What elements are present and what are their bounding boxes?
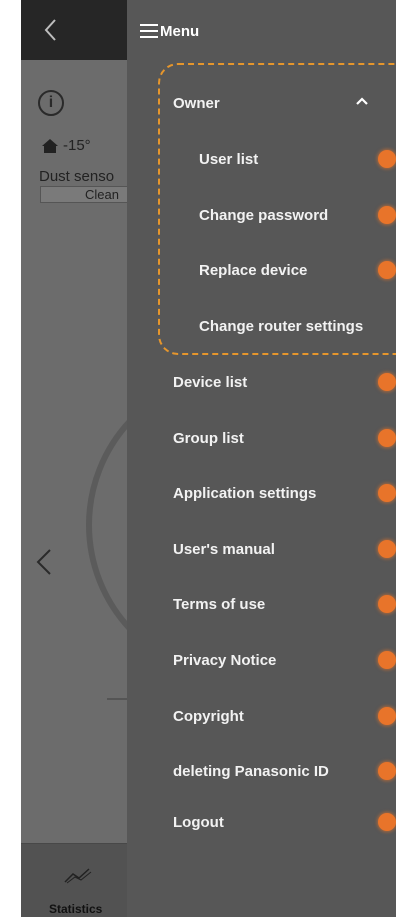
notification-dot: [378, 150, 396, 168]
notification-dot: [378, 206, 396, 224]
menu-item-logout[interactable]: Logout: [127, 802, 396, 842]
menu-item-users-manual[interactable]: User's manual: [127, 529, 396, 569]
menu-item-label: Change router settings: [199, 317, 364, 335]
menu-item-label: Copyright: [173, 707, 244, 725]
hamburger-icon[interactable]: [140, 24, 158, 38]
notification-dot: [378, 261, 396, 279]
menu-item-device-list[interactable]: Device list: [127, 362, 396, 402]
notification-dot: [378, 651, 396, 669]
info-icon[interactable]: i: [38, 90, 64, 116]
temperature-value: -15°: [63, 137, 91, 154]
side-menu: Menu Owner User list Change password Rep…: [127, 0, 396, 917]
menu-item-change-password[interactable]: Change password: [127, 195, 396, 235]
menu-item-owner[interactable]: Owner: [127, 83, 396, 123]
menu-item-user-list[interactable]: User list: [127, 139, 396, 179]
notification-dot: [378, 429, 396, 447]
menu-item-label: Group list: [173, 429, 244, 447]
dust-sensor-label: Dust senso: [39, 168, 115, 185]
menu-item-privacy-notice[interactable]: Privacy Notice: [127, 640, 396, 680]
notification-dot: [378, 707, 396, 725]
chevron-left-icon[interactable]: [35, 548, 53, 576]
app-frame: i -15° Dust senso Clean Statistics Menu …: [21, 0, 396, 917]
menu-item-change-router-settings[interactable]: Change router settings: [127, 306, 396, 346]
menu-item-label: User's manual: [173, 540, 275, 558]
menu-item-label: deleting Panasonic ID: [173, 762, 329, 780]
menu-item-label: Device list: [173, 373, 248, 391]
notification-dot: [378, 373, 396, 391]
menu-item-label: User list: [199, 150, 259, 168]
menu-item-application-settings[interactable]: Application settings: [127, 473, 396, 513]
menu-item-label: Change password: [199, 206, 329, 224]
menu-item-terms-of-use[interactable]: Terms of use: [127, 584, 396, 624]
menu-item-copyright[interactable]: Copyright: [127, 696, 396, 736]
notification-dot: [378, 484, 396, 502]
back-arrow-icon[interactable]: [43, 18, 59, 42]
temperature-readout: -15°: [41, 137, 91, 154]
notification-dot: [378, 762, 396, 780]
menu-title: Menu: [160, 22, 200, 40]
notification-dot: [378, 595, 396, 613]
menu-item-label: Privacy Notice: [173, 651, 277, 669]
menu-item-label: Logout: [173, 813, 224, 831]
statistics-tab-label[interactable]: Statistics: [49, 902, 102, 916]
chevron-up-icon[interactable]: [355, 96, 369, 106]
menu-item-deleting-panasonic-id[interactable]: deleting Panasonic ID: [127, 751, 396, 791]
menu-header[interactable]: Menu: [127, 14, 199, 48]
menu-item-label: Replace device: [199, 261, 308, 279]
notification-dot: [378, 540, 396, 558]
menu-item-replace-device[interactable]: Replace device: [127, 250, 396, 290]
statistics-icon[interactable]: [63, 866, 93, 884]
menu-item-label: Terms of use: [173, 595, 266, 613]
notification-dot: [378, 813, 396, 831]
menu-item-label: Owner: [173, 94, 220, 112]
house-icon: [42, 138, 58, 153]
menu-item-label: Application settings: [173, 484, 317, 502]
menu-item-group-list[interactable]: Group list: [127, 418, 396, 458]
